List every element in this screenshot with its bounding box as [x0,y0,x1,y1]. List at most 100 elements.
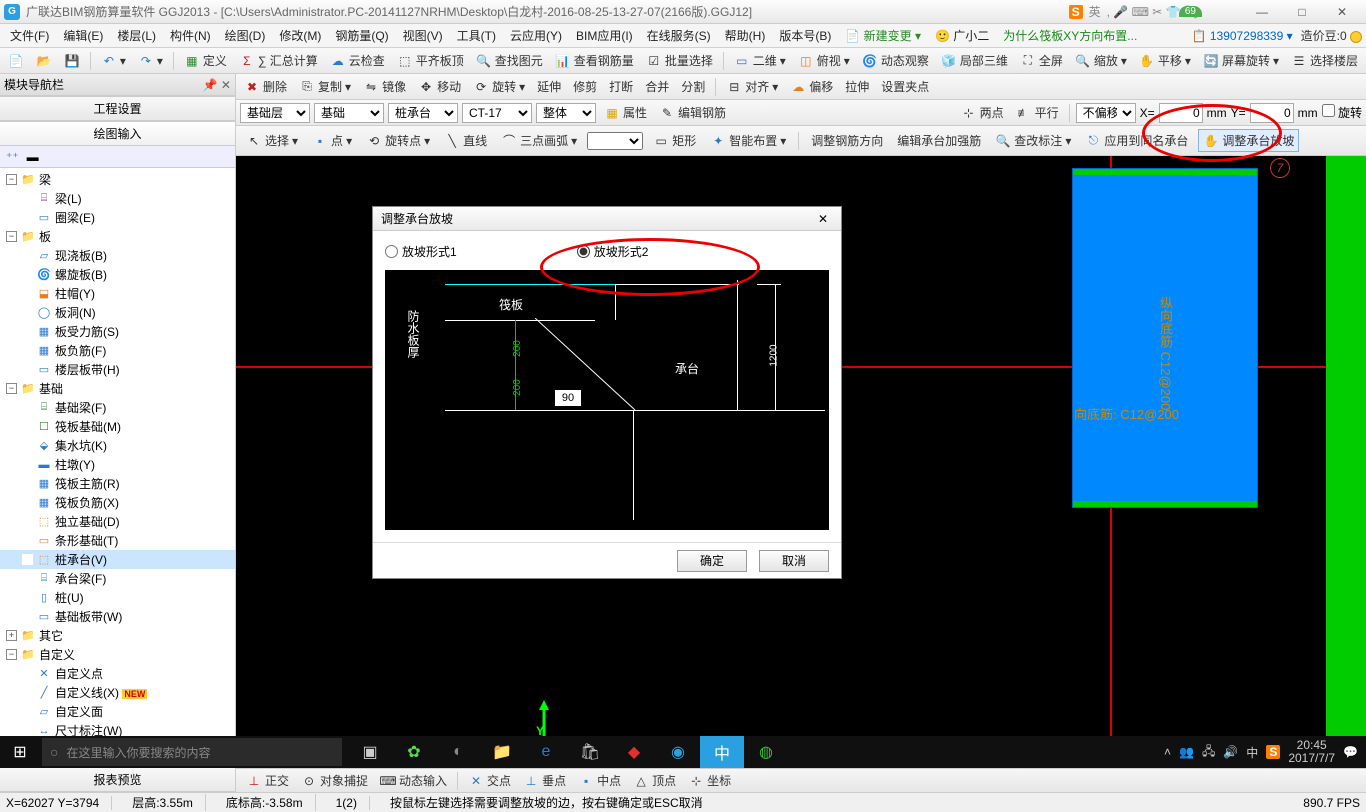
ortho-toggle[interactable]: ⊥正交 [242,770,293,791]
cloud-check-button[interactable]: ☁云检查 [326,50,389,71]
bird-view-button[interactable]: ◫俯视▾ [794,50,854,71]
menu-version[interactable]: 版本号(B) [773,25,837,46]
tree-item[interactable]: 自定义线(X) NEW [55,684,147,701]
trim-button[interactable]: 修剪 [569,76,601,97]
whole-select[interactable]: 整体 [536,103,596,123]
break-button[interactable]: 打断 [605,76,637,97]
menu-component[interactable]: 构件(N) [164,25,217,46]
tree-item[interactable]: 集水坑(K) [55,437,107,454]
edit-steel-button[interactable]: ✎编辑钢筋 [655,102,730,123]
stretch-button[interactable]: 拉伸 [841,76,873,97]
taskbar-app-active[interactable]: 中 [700,736,744,768]
rotate-button[interactable]: ⟳旋转▾ [469,76,529,97]
zoom-button[interactable]: 🔍缩放▾ [1071,50,1131,71]
close-button[interactable]: ✕ [1322,1,1362,23]
component-select[interactable]: CT-17 [462,103,532,123]
tray-network-icon[interactable]: 🖧 [1202,742,1215,763]
tray-ime-icon[interactable]: 中 [1246,744,1258,761]
tray-up-icon[interactable]: ˄ [1164,745,1171,759]
snap-cross[interactable]: ✕交点 [464,770,515,791]
menu-file[interactable]: 文件(F) [4,25,55,46]
tree-item-selected[interactable]: 桩承台(V) [55,551,107,568]
view-steel-button[interactable]: 📊查看钢筋量 [551,50,638,71]
osnap-toggle[interactable]: ⊙对象捕捉 [297,770,372,791]
question-link[interactable]: 为什么筏板XY方向布置... [997,25,1143,46]
tree-item[interactable]: 圈梁(E) [55,209,95,226]
menu-view[interactable]: 视图(V) [397,25,449,46]
cancel-button[interactable]: 取消 [759,550,829,572]
minimize-button[interactable]: — [1242,1,1282,23]
define-button[interactable]: ▦定义 [180,50,231,71]
tree-item[interactable]: 基础板带(W) [55,608,122,625]
apply-all-button[interactable]: ⎋应用到同名承台 [1081,130,1192,151]
offset-mode-select[interactable]: 不偏移 [1076,103,1136,123]
menu-modify[interactable]: 修改(M) [273,25,327,46]
tray-notifications-icon[interactable]: 💬 [1343,745,1358,759]
menu-edit[interactable]: 编辑(E) [57,25,109,46]
mirror-button[interactable]: ⇋镜像 [359,76,410,97]
style-select[interactable] [587,132,643,150]
tree-other[interactable]: 其它 [39,627,63,644]
floor-select[interactable]: 基础层 [240,103,310,123]
tree-item[interactable]: 螺旋板(B) [55,266,107,283]
credit-indicator[interactable]: 造价豆:0 [1301,27,1362,44]
tree-foundation[interactable]: 基础 [39,380,63,397]
expand-tool-icon[interactable]: ⁺⁺ [6,150,19,164]
ok-button[interactable]: 确定 [677,550,747,572]
two-point-button[interactable]: ⊹两点 [957,102,1008,123]
pan-button[interactable]: ✋平移▾ [1135,50,1195,71]
radio-slope-2[interactable]: 放坡形式2 [577,243,649,260]
adj-dir-button[interactable]: 调整钢筋方向 [807,130,887,151]
menu-tools[interactable]: 工具(T) [451,25,502,46]
local-3d-button[interactable]: 🧊局部三维 [937,50,1012,71]
tree-item[interactable]: 楼层板带(H) [55,361,120,378]
collapse-tool-icon[interactable]: ▬ [27,150,39,164]
edit-extra-button[interactable]: 编辑承台加强筋 [893,130,985,151]
angle-input[interactable] [555,390,581,406]
sum-calc-button[interactable]: Σ∑ 汇总计算 [235,50,322,71]
taskbar-app-1[interactable]: ✿ [392,736,436,768]
point-tool[interactable]: ▪点▾ [308,130,356,151]
view-mark-button[interactable]: 🔍查改标注▾ [991,130,1075,151]
set-grip-button[interactable]: 设置夹点 [877,76,933,97]
x-input[interactable] [1159,103,1203,123]
menu-online[interactable]: 在线服务(S) [641,25,717,46]
tree-item[interactable]: 板负筋(F) [55,342,106,359]
redo-icon[interactable]: ↷▾ [134,51,167,71]
tray-people-icon[interactable]: 👥 [1179,745,1194,759]
taskbar-app-4[interactable]: ◉ [656,736,700,768]
split-button[interactable]: 分割 [677,76,709,97]
menu-steel[interactable]: 钢筋量(Q) [329,25,394,46]
dyn-view-button[interactable]: 🌀动态观察 [858,50,933,71]
tree-item[interactable]: 条形基础(T) [55,532,118,549]
task-view-icon[interactable]: ▣ [348,736,392,768]
batch-select-button[interactable]: ☑批量选择 [642,50,717,71]
screen-rotate-button[interactable]: 🔄屏幕旋转▾ [1199,50,1283,71]
tree-custom[interactable]: 自定义 [39,646,75,663]
tree-item[interactable]: 筏板基础(M) [55,418,121,435]
taskbar-app-5[interactable]: ◍ [744,736,788,768]
dyn-input-toggle[interactable]: ⌨动态输入 [376,770,451,791]
parallel-button[interactable]: ≢平行 [1012,102,1063,123]
delete-button[interactable]: ✖删除 [240,76,291,97]
menu-draw[interactable]: 绘图(D) [219,25,272,46]
new-icon[interactable]: 📄 [4,51,28,71]
dialog-close-button[interactable]: ✕ [813,212,833,226]
menu-bim[interactable]: BIM应用(I) [570,25,639,46]
offset-button[interactable]: ☁偏移 [786,76,837,97]
smart-layout-tool[interactable]: ✦智能布置▾ [706,130,790,151]
taskbar-edge-icon[interactable]: e [524,736,568,768]
taskbar-store-icon[interactable]: 🛍 [568,736,612,768]
y-input[interactable] [1250,103,1294,123]
notification-badge[interactable]: 69 [1179,6,1202,17]
pin-icon[interactable]: 📌 ✕ [203,78,231,92]
tab-draw-input[interactable]: 绘图输入 [0,121,235,146]
menu-cloud[interactable]: 云应用(Y) [504,25,568,46]
tree-item[interactable]: 承台梁(F) [55,570,106,587]
dialog-titlebar[interactable]: 调整承台放坡 ✕ [373,207,841,231]
tree-item[interactable]: 现浇板(B) [55,247,107,264]
extend-button[interactable]: 延伸 [533,76,565,97]
tab-report-preview[interactable]: 报表预览 [0,767,235,792]
phone-number[interactable]: 📋 13907298339 ▾ [1192,29,1293,43]
rot-point-tool[interactable]: ⟲旋转点▾ [362,130,434,151]
